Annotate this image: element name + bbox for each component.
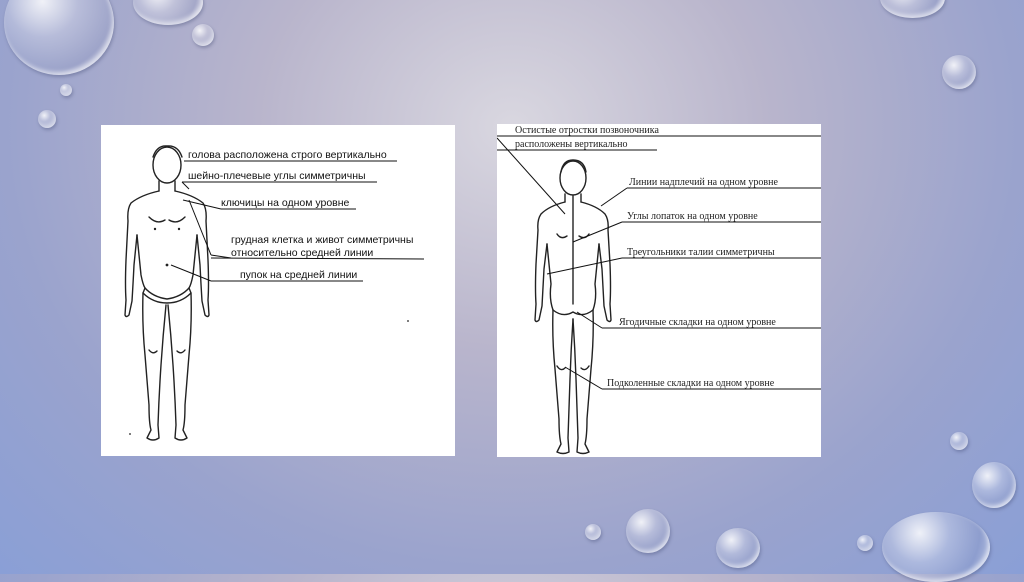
front-label-neck-shoulder: шейно-плечевые углы симметричны — [188, 170, 366, 182]
water-drop-decoration — [882, 512, 990, 582]
water-drop-decoration — [38, 110, 56, 128]
front-label-navel: пупок на средней линии — [240, 269, 357, 281]
water-drop-decoration — [942, 55, 976, 89]
front-view-svg: голова расположена строго вертикально ше… — [124, 145, 425, 441]
back-label-spinous-1: Остистые отростки позвоночника — [515, 125, 659, 136]
back-label-gluteal: Ягодичные складки на одном уровне — [619, 317, 776, 328]
back-label-popliteal: Подколенные складки на одном уровне — [607, 378, 775, 389]
back-label-scapulae: Углы лопаток на одном уровне — [627, 211, 758, 222]
back-view-svg: Остистые отростки позвоночника расположе… — [497, 125, 821, 455]
water-drop-decoration — [60, 84, 72, 96]
water-drop-decoration — [4, 0, 114, 75]
slide: голова расположена строго вертикально ше… — [0, 0, 1024, 582]
back-label-shoulders: Линии надплечий на одном уровне — [629, 177, 778, 188]
front-label-chest-2: относительно средней линии — [231, 247, 373, 259]
water-drop-decoration — [192, 24, 214, 46]
front-label-chest-1: грудная клетка и живот симметричны — [231, 234, 413, 246]
back-view-diagram: Остистые отростки позвоночника расположе… — [497, 124, 821, 457]
back-body-figure — [534, 159, 612, 455]
front-label-head: голова расположена строго вертикально — [188, 149, 387, 161]
water-drop-decoration — [880, 0, 945, 18]
water-drop-decoration — [585, 524, 601, 540]
water-drop-decoration — [950, 432, 968, 450]
water-drop-decoration — [716, 528, 760, 568]
front-body-figure — [124, 145, 210, 441]
water-drop-decoration — [626, 509, 670, 553]
water-drop-decoration — [857, 535, 873, 551]
front-view-diagram: голова расположена строго вертикально ше… — [101, 125, 455, 456]
front-label-clavicles: ключицы на одном уровне — [221, 197, 350, 209]
back-label-spinous-2: расположены вертикально — [515, 139, 627, 150]
back-label-waist: Треугольники талии симметричны — [627, 247, 775, 258]
water-drop-decoration — [133, 0, 203, 25]
water-drop-decoration — [972, 462, 1016, 508]
